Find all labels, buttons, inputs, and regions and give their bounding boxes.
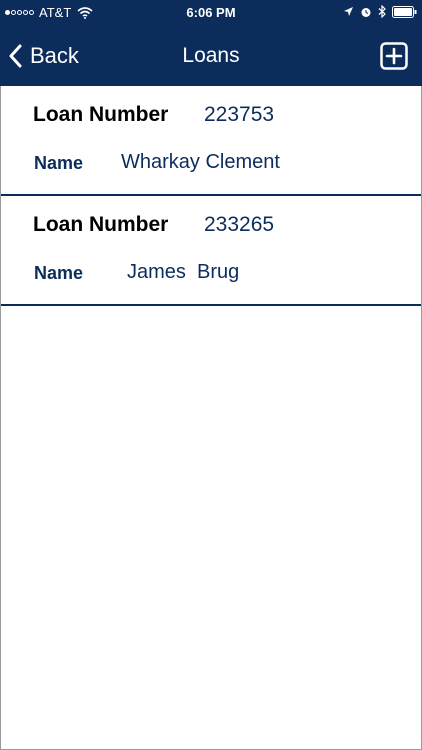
status-right — [337, 5, 417, 18]
bluetooth-icon — [378, 5, 386, 18]
loan-list: Loan Number 223753 Name Wharkay Clement … — [1, 86, 421, 306]
name-value: James Brug — [127, 261, 240, 283]
loan-number-value: 233265 — [204, 213, 275, 236]
alarm-icon — [361, 7, 371, 17]
loan-number-label: Loan Number — [33, 103, 169, 126]
battery-icon — [392, 5, 417, 18]
name-label: Name — [34, 263, 84, 283]
chevron-left-icon — [9, 44, 22, 68]
status-bar: AT&T 6:06 PM — [0, 0, 422, 26]
plus-square-icon[interactable] — [380, 42, 408, 70]
nav-bar: Back Loans — [0, 26, 422, 86]
loan-number-label: Loan Number — [33, 213, 169, 236]
loan-card[interactable]: Loan Number 233265 Name James Brug — [1, 196, 421, 306]
name-label: Name — [34, 153, 84, 173]
location-arrow-icon — [344, 7, 353, 16]
back-button[interactable]: Back — [8, 26, 79, 86]
back-label: Back — [30, 43, 79, 68]
name-value: Wharkay Clement — [121, 151, 280, 173]
loan-card[interactable]: Loan Number 223753 Name Wharkay Clement — [1, 86, 421, 196]
loan-number-value: 223753 — [204, 103, 275, 126]
